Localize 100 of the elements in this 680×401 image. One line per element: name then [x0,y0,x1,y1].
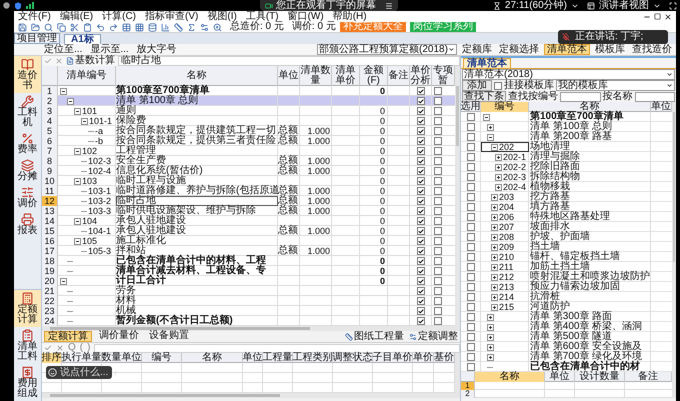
sidebar-item[interactable]: 工料机 [14,93,41,130]
checkbox[interactable] [466,213,474,221]
save-icon[interactable] [18,22,27,32]
sigma-icon[interactable] [187,22,196,32]
column-header[interactable]: 编号 [481,102,529,112]
zoom-icon[interactable] [213,22,222,32]
checkbox[interactable] [416,117,424,125]
minus-box-icon[interactable] [487,134,494,140]
dropdown-icon[interactable] [448,46,455,53]
checkbox[interactable] [466,113,474,121]
checkbox[interactable] [416,167,424,175]
checkbox[interactable] [416,107,424,115]
plus-box-icon[interactable] [495,164,502,170]
table-row[interactable]: 24 暂列金额(不含计日工总额) [42,316,455,326]
checkbox[interactable] [416,227,424,235]
minus-box-icon[interactable] [74,108,81,114]
checkbox[interactable] [416,187,424,195]
checkbox[interactable] [434,167,442,175]
plus-box-icon[interactable] [495,154,502,160]
column-header[interactable]: 编号 [142,353,182,363]
checkbox[interactable] [434,177,442,185]
template-select[interactable]: 我的模板库 [556,80,675,91]
checkbox[interactable] [416,127,424,135]
checkbox[interactable] [434,197,442,205]
checkbox[interactable] [416,177,424,185]
plus-box-icon[interactable] [491,274,498,280]
table-row[interactable]: 21 劳务 [42,286,455,296]
minus-box-icon[interactable] [74,148,81,154]
plus-box-icon[interactable] [491,304,498,310]
checkbox[interactable] [466,293,474,301]
checkbox[interactable] [416,287,424,295]
checkbox[interactable] [466,143,474,151]
checkbox[interactable] [416,87,424,95]
plus-box-icon[interactable] [491,254,498,260]
table-row[interactable]: 20 计日工合计 0 [42,276,455,286]
cancel-icon[interactable] [56,344,64,352]
checkbox[interactable] [434,107,442,115]
panel-button[interactable]: 定额库 [460,44,494,55]
menu-item[interactable]: 指标审查(V) [145,11,198,22]
checkbox[interactable] [434,287,442,295]
copy-icon[interactable] [57,22,66,32]
vertical-scrollbar[interactable] [455,353,460,393]
checkbox[interactable] [466,193,474,201]
checkbox[interactable] [434,147,442,155]
checkbox[interactable] [466,363,474,371]
grid-icon[interactable] [135,22,144,32]
checkbox[interactable] [466,243,474,251]
checkbox[interactable] [416,157,424,165]
checkbox[interactable] [466,123,474,131]
checkbox[interactable] [434,257,442,265]
plus-box-icon[interactable] [495,174,502,180]
checkbox[interactable] [416,237,424,245]
confirm-icon[interactable] [44,344,52,352]
checkbox[interactable] [434,117,442,125]
panel-tab[interactable]: 清单范本 [463,58,511,68]
checkbox[interactable] [434,277,442,285]
checkbox[interactable] [416,217,424,225]
column-header[interactable]: 工程类别 [293,353,333,363]
checkbox[interactable] [466,263,474,271]
add-button[interactable]: 添加 [462,80,492,91]
checkbox[interactable] [434,247,442,255]
menu-item[interactable]: 计算(C) [102,11,136,22]
vertical-scrollbar[interactable] [455,66,460,326]
close-icon[interactable] [664,12,672,20]
sidebar-item[interactable]: 调价 [14,184,41,211]
plus-box-icon[interactable] [491,284,498,290]
checkbox[interactable] [466,173,474,181]
undo-icon[interactable] [96,22,105,32]
table-row[interactable]: 6 -b 按合同条款规定，提供第三者责任险 总额 1.000 0 [42,136,455,146]
table-row[interactable]: 17 105-3 拌和站 总额 1.000 0 [42,246,455,256]
lower-tab[interactable]: 定额计算 [44,331,92,342]
checkbox[interactable] [466,313,474,321]
panel-button[interactable]: 查找造价 [630,44,674,55]
checkbox[interactable] [434,97,442,105]
checkbox[interactable] [434,187,442,195]
checkbox[interactable] [466,183,474,191]
table-row[interactable]: 13 103-3 临时供电设施架设、维护与拆除 总额 1.000 0 [42,206,455,216]
checkbox[interactable] [466,233,474,241]
plus-box-icon[interactable] [487,334,494,340]
database-icon[interactable] [148,22,157,32]
checkbox[interactable] [434,127,442,135]
panel-button[interactable]: 模板库 [593,44,627,55]
sidebar-item[interactable]: 分摊 [14,157,41,184]
checkbox[interactable] [466,223,474,231]
plus-box-icon[interactable] [491,294,498,300]
table-icon[interactable] [122,22,131,32]
base-calc-button[interactable]: 基数计算 [66,56,115,66]
chart-icon[interactable] [161,22,170,32]
minus-box-icon[interactable] [491,144,498,150]
checkbox[interactable] [434,307,442,315]
checkbox[interactable] [434,297,442,305]
checkbox[interactable] [434,317,442,325]
checkbox[interactable] [416,197,424,205]
table-row[interactable]: 7 102 工程管理 0 [42,146,455,156]
lower-tab[interactable]: 设备购置 [146,331,192,342]
sidebar-item[interactable]: 费用组成 [14,364,41,401]
smiley-icon[interactable] [48,368,57,377]
checkbox[interactable] [434,87,442,95]
minus-box-icon[interactable] [60,278,67,284]
formula-field[interactable] [94,344,460,352]
